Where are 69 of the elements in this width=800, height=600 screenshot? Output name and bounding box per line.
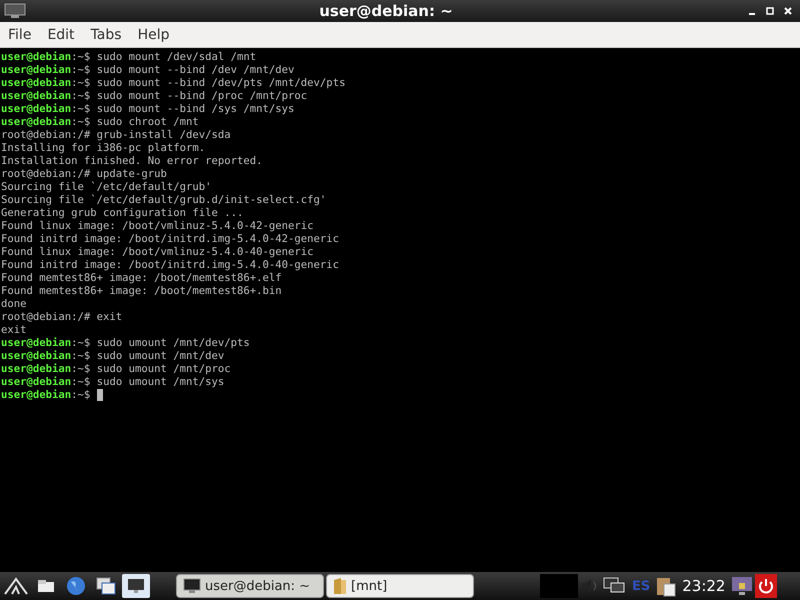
launcher-button[interactable] [122, 574, 150, 598]
prompt-user: user@debian [1, 51, 72, 64]
output-line: root@debian:/# exit [1, 311, 122, 324]
prompt-user: user@debian [1, 350, 72, 363]
output-line: Generating grub configuration file ... [1, 207, 244, 220]
lock-icon[interactable] [731, 575, 754, 597]
task-button[interactable]: user@debian: ~ [176, 574, 324, 598]
output-line: root@debian:/# grub-install /dev/sda [1, 129, 231, 142]
monitor-icon[interactable] [127, 578, 145, 594]
command-text: sudo umount /mnt/dev [96, 350, 224, 363]
output-line: Found initrd image: /boot/initrd.img-5.4.0-40-generic [1, 259, 340, 272]
prompt-path: :~$ [71, 363, 90, 376]
power-icon[interactable] [755, 574, 778, 598]
prompt-path: :~$ [71, 116, 90, 129]
output-line: Found memtest86+ image: /boot/memtest86+.bin [1, 285, 282, 298]
menu-item[interactable]: File [2, 24, 38, 44]
prompt-user: user@debian [1, 337, 72, 350]
prompt-path: :~$ [71, 77, 90, 90]
prompt-user: user@debian [1, 64, 72, 77]
window-title: user@debian: ~ [318, 2, 454, 20]
menu-item[interactable]: Tabs [84, 24, 128, 44]
command-text: sudo umount /mnt/sys [96, 376, 224, 389]
output-line: root@debian:/# update-grub [1, 168, 167, 181]
output-line: Sourcing file `/etc/default/grub.d/init-select.cfg' [1, 194, 326, 207]
monitor-icon [4, 3, 26, 19]
prompt-path: :~$ [71, 90, 90, 103]
task-button[interactable]: [mnt] [326, 574, 474, 598]
prompt-user: user@debian [1, 376, 72, 389]
output-line: done [1, 298, 27, 311]
prompt-user: user@debian [1, 90, 72, 103]
command-text: sudo mount --bind /dev/pts /mnt/dev/pts [96, 77, 346, 90]
clipboard-icon[interactable] [656, 575, 676, 597]
prompt-path: :~$ [71, 51, 90, 64]
command-text: sudo mount --bind /sys /mnt/sys [96, 103, 294, 116]
output-line: Installing for i386-pc platform. [1, 142, 206, 155]
prompt-path: :~$ [71, 350, 90, 363]
prompt-user: user@debian [1, 116, 72, 129]
output-line: Found memtest86+ image: /boot/memtest86+.elf [1, 272, 282, 285]
output-line: Sourcing file `/etc/default/grub' [1, 181, 212, 194]
command-text: sudo umount /mnt/proc [96, 363, 231, 376]
maximize-icon[interactable] [764, 5, 776, 17]
prompt-path: :~$ [71, 376, 90, 389]
output-line: Found linux image: /boot/vmlinuz-5.4.0-42-generic [1, 220, 314, 233]
prompt-path: :~$ [71, 337, 90, 350]
close-icon[interactable] [782, 5, 794, 17]
output-line: Installation finished. No error reported. [1, 155, 262, 168]
output-line: exit [1, 324, 27, 337]
folder-icon [333, 577, 347, 595]
command-text: sudo mount --bind /dev /mnt/dev [96, 64, 294, 77]
cpu-graph [540, 574, 578, 598]
clock[interactable]: 23:22 [682, 577, 726, 595]
menu-item[interactable]: Help [132, 24, 176, 44]
monitor-icon [183, 578, 201, 594]
globe-icon[interactable] [66, 576, 86, 596]
command-text: sudo chroot /mnt [96, 116, 199, 129]
command-text: sudo mount --bind /proc /mnt/proc [96, 90, 308, 103]
output-line: Found initrd image: /boot/initrd.img-5.4.0-42-generic [1, 233, 340, 246]
output-line: Found linux image: /boot/vmlinuz-5.4.0-40-generic [1, 246, 314, 259]
prompt-user: user@debian [1, 389, 72, 402]
windows-icon[interactable] [96, 577, 116, 595]
command-text: sudo umount /mnt/dev/pts [96, 337, 250, 350]
prompt-user: user@debian [1, 103, 72, 116]
prompt-user: user@debian [1, 77, 72, 90]
command-text: sudo mount /dev/sdal /mnt [96, 51, 256, 64]
prompt-path: :~$ [71, 103, 90, 116]
prompt-user: user@debian [1, 363, 72, 376]
prompt-path: :~$ [71, 64, 90, 77]
prompt-path: :~$ [71, 389, 90, 402]
menu-item[interactable]: Edit [41, 24, 81, 44]
